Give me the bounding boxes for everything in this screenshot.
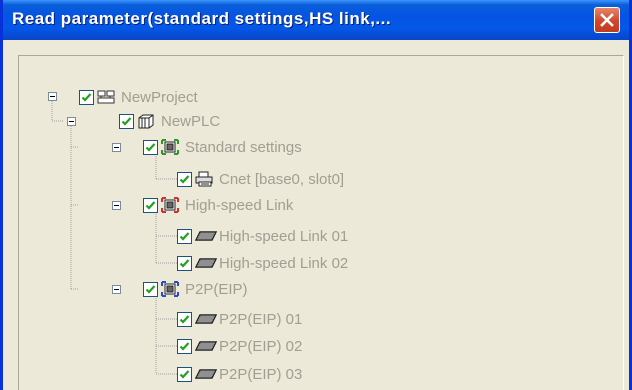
checkmark-icon	[179, 231, 190, 241]
checkmark-icon	[81, 92, 92, 102]
tree-item-label: Standard settings	[185, 138, 302, 156]
tree-item-label: P2P(EIP) 03	[219, 365, 303, 383]
tree-item-label: NewProject	[121, 88, 198, 106]
standard-settings-icon	[161, 139, 179, 155]
tree-item-newproject[interactable]: NewProject	[79, 86, 198, 108]
tree-item-p2p-eip[interactable]: P2P(EIP)	[143, 278, 248, 300]
checkbox-highspeed-link-02[interactable]	[177, 255, 192, 271]
checkmark-icon	[145, 142, 156, 152]
checkbox-newplc[interactable]	[119, 113, 134, 129]
tree-item-label: High-speed Link 01	[219, 227, 349, 245]
checkbox-p2p-eip-01[interactable]	[177, 311, 192, 327]
checkbox-p2p-eip-02[interactable]	[177, 338, 192, 354]
checkmark-icon	[179, 341, 190, 351]
checkmark-icon	[179, 314, 190, 324]
link-block-icon	[194, 228, 218, 244]
tree-item-label: High-speed Link 02	[219, 254, 349, 272]
p2p-icon	[161, 281, 179, 297]
tree-item-highspeed-link[interactable]: High-speed Link	[143, 194, 293, 216]
tree-item-label: NewPLC	[161, 112, 221, 130]
collapse-p2p-toggle[interactable]	[112, 285, 121, 294]
checkmark-icon	[145, 200, 156, 210]
project-icon	[97, 89, 115, 105]
close-icon	[600, 13, 614, 27]
window-title: Read parameter(standard settings,HS link…	[12, 9, 392, 28]
tree-item-label: P2P(EIP) 01	[219, 310, 303, 328]
checkmark-icon	[179, 369, 190, 379]
collapse-plc-toggle[interactable]	[67, 117, 76, 126]
title-bar[interactable]: Read parameter(standard settings,HS link…	[3, 0, 629, 40]
tree-item-p2p-eip-02[interactable]: P2P(EIP) 02	[177, 335, 302, 357]
checkbox-highspeed-link[interactable]	[143, 197, 158, 213]
tree-item-label: Cnet [base0, slot0]	[219, 170, 345, 188]
link-block-icon	[194, 338, 218, 354]
collapse-project-toggle[interactable]	[48, 92, 57, 101]
link-block-icon	[194, 366, 218, 382]
tree-item-highspeed-link-02[interactable]: High-speed Link 02	[177, 252, 348, 274]
link-block-icon	[194, 255, 218, 271]
highspeed-link-icon	[161, 197, 179, 213]
checkmark-icon	[121, 116, 132, 126]
read-parameter-dialog: Read parameter(standard settings,HS link…	[0, 0, 632, 390]
checkmark-icon	[179, 258, 190, 268]
parameter-tree[interactable]: NewProject NewPLC Standard settings Cnet…	[18, 55, 624, 390]
collapse-hslink-toggle[interactable]	[112, 201, 121, 210]
tree-item-label: P2P(EIP) 02	[219, 337, 303, 355]
tree-item-cnet[interactable]: Cnet [base0, slot0]	[177, 168, 344, 190]
plc-icon	[137, 113, 155, 129]
tree-item-newplc[interactable]: NewPLC	[119, 110, 220, 132]
tree-item-label: High-speed Link	[185, 196, 294, 214]
tree-item-p2p-eip-03[interactable]: P2P(EIP) 03	[177, 363, 302, 385]
close-button[interactable]	[594, 7, 620, 33]
checkbox-cnet[interactable]	[177, 171, 192, 187]
checkmark-icon	[179, 174, 190, 184]
checkmark-icon	[145, 284, 156, 294]
tree-item-p2p-eip-01[interactable]: P2P(EIP) 01	[177, 308, 302, 330]
link-block-icon	[194, 311, 218, 327]
collapse-standard-toggle[interactable]	[112, 143, 121, 152]
printer-module-icon	[195, 171, 213, 187]
checkbox-p2p-eip[interactable]	[143, 281, 158, 297]
checkbox-standard-settings[interactable]	[143, 139, 158, 155]
tree-item-label: P2P(EIP)	[185, 280, 248, 298]
checkbox-highspeed-link-01[interactable]	[177, 228, 192, 244]
checkbox-p2p-eip-03[interactable]	[177, 366, 192, 382]
checkbox-newproject[interactable]	[79, 89, 94, 105]
tree-item-highspeed-link-01[interactable]: High-speed Link 01	[177, 225, 348, 247]
tree-item-standard-settings[interactable]: Standard settings	[143, 136, 302, 158]
